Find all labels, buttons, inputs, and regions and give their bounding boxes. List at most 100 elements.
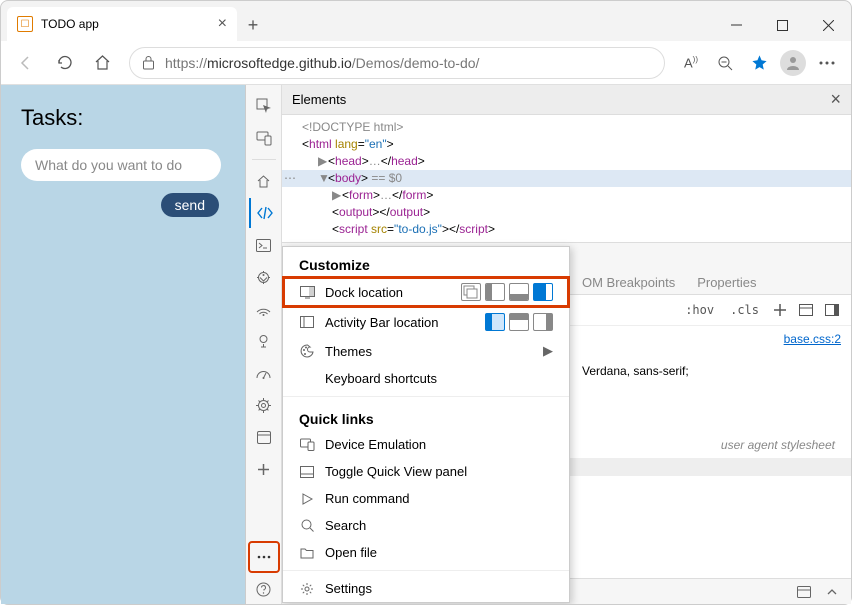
browser-tab[interactable]: ☐ TODO app ×: [7, 7, 237, 41]
read-aloud-icon[interactable]: A)): [675, 47, 707, 79]
tab-bar: ☐ TODO app × +: [1, 1, 851, 41]
memory-tool-icon[interactable]: [249, 390, 279, 420]
dock-undock-icon[interactable]: [461, 283, 481, 301]
stylesheet-link[interactable]: base.css:2: [784, 332, 841, 346]
address-bar: https://microsoftedge.github.io/Demos/de…: [1, 41, 851, 85]
search-icon: [299, 519, 315, 532]
panel-header: Elements ×: [282, 85, 851, 115]
dock-icon: [299, 286, 315, 299]
window-maximize-icon[interactable]: [759, 9, 805, 41]
keyboard-shortcuts-row[interactable]: Keyboard shortcuts: [283, 365, 569, 392]
themes-row[interactable]: Themes ▶: [283, 337, 569, 365]
quicklinks-section-header: Quick links: [283, 401, 569, 431]
themes-label: Themes: [325, 344, 533, 359]
window-minimize-icon[interactable]: [713, 9, 759, 41]
send-button[interactable]: send: [161, 193, 219, 217]
toggle-quickview-row[interactable]: Toggle Quick View panel: [283, 458, 569, 485]
welcome-tool-icon[interactable]: [249, 166, 279, 196]
dock-location-row[interactable]: Dock location: [283, 277, 569, 307]
dock-location-label: Dock location: [325, 285, 451, 300]
todo-page: Tasks: send: [1, 85, 245, 604]
page-heading: Tasks:: [21, 105, 225, 131]
dom-output[interactable]: <output></output>: [282, 204, 851, 221]
computed-styles-icon[interactable]: [795, 299, 817, 321]
activitybar-left-icon[interactable]: [485, 313, 505, 331]
dom-script[interactable]: <script src="to-do.js"></script>: [282, 221, 851, 238]
activitybar-right-icon[interactable]: [533, 313, 553, 331]
new-style-rule-icon[interactable]: [769, 299, 791, 321]
keyboard-shortcuts-label: Keyboard shortcuts: [325, 371, 553, 386]
dom-body-selected[interactable]: ▼<body> == $0: [282, 170, 851, 187]
more-tools-icon[interactable]: [249, 454, 279, 484]
dock-bottom-icon[interactable]: [509, 283, 529, 301]
elements-tool-icon[interactable]: [249, 198, 279, 228]
expand-quickview-icon[interactable]: [823, 588, 841, 596]
nav-back-button[interactable]: [9, 46, 43, 80]
browser-menu-icon[interactable]: [811, 47, 843, 79]
issues-icon[interactable]: [793, 586, 815, 598]
device-toggle-icon[interactable]: [249, 123, 279, 153]
profile-avatar[interactable]: [777, 47, 809, 79]
network-tool-icon[interactable]: [249, 294, 279, 324]
devtools-close-icon[interactable]: ×: [830, 89, 841, 110]
activitybar-top-icon[interactable]: [509, 313, 529, 331]
activity-bar: [246, 85, 282, 604]
themes-icon: [299, 344, 315, 358]
chevron-right-icon: ▶: [543, 343, 553, 359]
lighthouse-tool-icon[interactable]: [249, 326, 279, 356]
new-tab-button[interactable]: +: [237, 9, 269, 41]
settings-row[interactable]: Settings: [283, 575, 569, 602]
customize-devtools-button[interactable]: [249, 542, 279, 572]
cls-toggle[interactable]: .cls: [724, 301, 765, 319]
nav-refresh-button[interactable]: [47, 46, 81, 80]
run-command-row[interactable]: Run command: [283, 485, 569, 512]
hov-toggle[interactable]: :hov: [679, 301, 720, 319]
dom-doctype: <!DOCTYPE html>: [282, 119, 851, 136]
subtab-properties[interactable]: Properties: [697, 275, 756, 290]
devtools-panel: Elements × <!DOCTYPE html> <html lang="e…: [245, 85, 851, 604]
panel-title: Elements: [292, 92, 346, 107]
window-controls: [713, 9, 851, 41]
tab-title: TODO app: [41, 17, 99, 31]
customize-menu: Customize Dock location Activ: [282, 246, 570, 603]
application-tool-icon[interactable]: [249, 422, 279, 452]
performance-tool-icon[interactable]: [249, 358, 279, 388]
zoom-icon[interactable]: [709, 47, 741, 79]
nav-home-button[interactable]: [85, 46, 119, 80]
browser-window: ☐ TODO app × +: [0, 0, 852, 605]
panel-icon: [299, 466, 315, 478]
inspect-tool-icon[interactable]: [249, 91, 279, 121]
search-row[interactable]: Search: [283, 512, 569, 539]
url-input[interactable]: https://microsoftedge.github.io/Demos/de…: [129, 47, 665, 79]
folder-icon: [299, 547, 315, 559]
font-rule-text: Verdana, sans-serif;: [582, 364, 841, 378]
dock-options: [461, 283, 553, 301]
favorite-star-icon[interactable]: [743, 47, 775, 79]
sources-tool-icon[interactable]: [249, 262, 279, 292]
dom-head[interactable]: ▶<head>…</head>: [282, 153, 851, 170]
tab-close-icon[interactable]: ×: [218, 15, 227, 33]
open-file-row[interactable]: Open file: [283, 539, 569, 566]
todo-input[interactable]: [21, 149, 221, 181]
tab-favicon-icon: ☐: [17, 16, 33, 32]
dom-html-open[interactable]: <html lang="en">: [282, 136, 851, 153]
activity-bar-location-label: Activity Bar location: [325, 315, 475, 330]
help-icon[interactable]: [249, 574, 279, 604]
dom-tree[interactable]: <!DOCTYPE html> <html lang="en"> ▶<head>…: [282, 115, 851, 242]
dock-left-icon[interactable]: [485, 283, 505, 301]
activity-bar-location-row[interactable]: Activity Bar location: [283, 307, 569, 337]
subtab-dom-breakpoints[interactable]: OM Breakpoints: [582, 275, 675, 290]
url-text: https://microsoftedge.github.io/Demos/de…: [165, 55, 479, 71]
toggle-sidebar-icon[interactable]: [821, 299, 843, 321]
play-icon: [299, 493, 315, 505]
customize-section-header: Customize: [283, 247, 569, 277]
window-close-icon[interactable]: [805, 9, 851, 41]
dom-form[interactable]: ▶<form>…</form>: [282, 187, 851, 204]
console-tool-icon[interactable]: [249, 230, 279, 260]
dock-right-icon[interactable]: [533, 283, 553, 301]
content-area: Tasks: send: [1, 85, 851, 604]
device-icon: [299, 438, 315, 451]
device-emulation-row[interactable]: Device Emulation: [283, 431, 569, 458]
gear-icon: [299, 582, 315, 596]
devtools-main: Elements × <!DOCTYPE html> <html lang="e…: [282, 85, 851, 604]
